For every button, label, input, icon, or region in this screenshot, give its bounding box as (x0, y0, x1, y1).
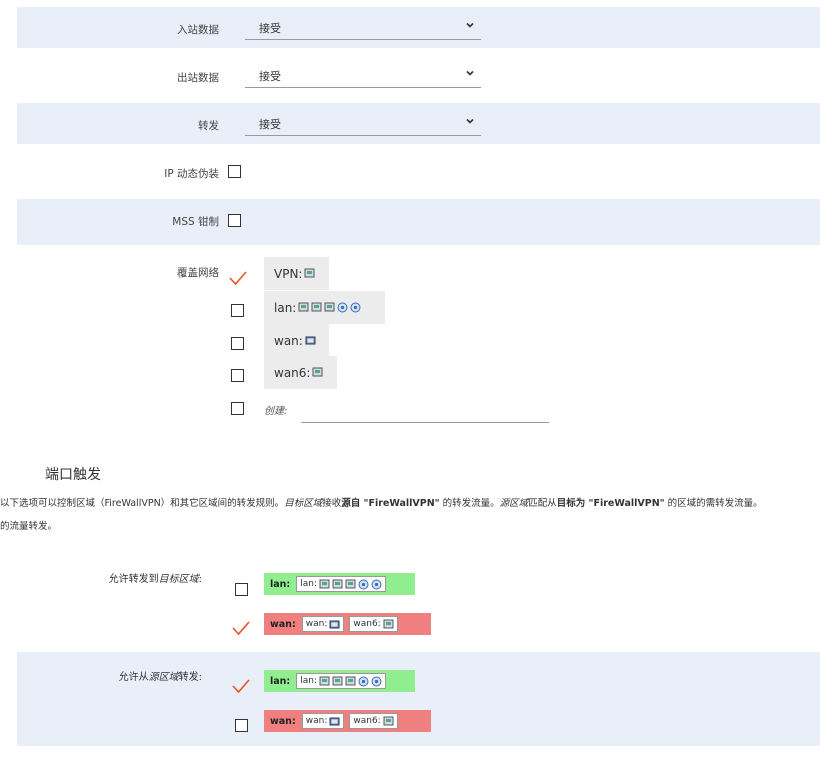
covered-networks-label: 覆盖网络 (177, 267, 219, 279)
section-title: 端口触发 (45, 467, 101, 483)
chevron-down-icon (466, 118, 474, 124)
create-label: 创建: (264, 406, 288, 417)
ethernet-icon (324, 302, 335, 312)
ethernet-icon (319, 579, 330, 588)
ethernet-icon (383, 619, 394, 628)
masq-checkbox[interactable] (228, 165, 241, 178)
allow-to-label: 允许转发到目标区域: (108, 574, 202, 585)
wifi-icon (350, 302, 361, 313)
allow-from-wan-zone: wan: wan: wan6: (264, 710, 431, 732)
allow-from-lan-zone: lan: lan: (264, 670, 415, 692)
chevron-down-icon (466, 22, 474, 28)
ethernet-icon (332, 579, 343, 588)
forward-select-value: 接受 (259, 118, 281, 131)
network-lan: lan: (264, 291, 385, 324)
allow-from-wan-checkbox[interactable] (235, 719, 248, 732)
wifi-icon (371, 676, 382, 686)
allow-from-label: 允许从源区域转发: (118, 672, 202, 683)
create-checkbox[interactable] (231, 402, 244, 415)
wifi-icon (337, 302, 348, 313)
row-outbound: 出站数据 接受 (17, 55, 820, 96)
ethernet-icon (304, 268, 315, 278)
network-wan-name: wan: (274, 334, 303, 348)
lan-checkbox[interactable] (231, 304, 244, 317)
zone-tag: lan: (270, 578, 291, 590)
inbound-label: 入站数据 (177, 24, 219, 36)
zone-forwarding-description: 以下选项可以控制区域（FireWallVPN）和其它区域间的转发规则。目标区域接… (0, 498, 763, 532)
ethernet-icon (312, 367, 323, 377)
allow-to-wan-checkmark-icon[interactable] (232, 620, 250, 636)
ethernet-icon (319, 676, 330, 685)
zone-network-chip: lan: (296, 576, 386, 592)
mss-checkbox[interactable] (228, 214, 241, 227)
zone-network-chip: wan6: (349, 713, 398, 729)
mss-label: MSS 钳制 (172, 216, 219, 228)
wifi-icon (371, 579, 382, 589)
row-masquerading: IP 动态伪装 (17, 151, 820, 192)
zone-network-chip: wan: (301, 616, 345, 632)
allow-to-lan-zone: lan: lan: (264, 573, 415, 595)
network-wan6: wan6: (264, 356, 337, 389)
zone-tag: wan: (270, 618, 296, 630)
zone-network-chip: lan: (296, 673, 386, 689)
wan-checkbox[interactable] (231, 337, 244, 350)
forward-label: 转发 (198, 120, 219, 132)
outbound-select[interactable]: 接受 (245, 63, 481, 88)
row-inbound: 入站数据 接受 (17, 7, 820, 48)
network-lan-name: lan: (274, 301, 297, 315)
masq-label: IP 动态伪装 (164, 168, 219, 180)
inbound-select[interactable]: 接受 (245, 15, 481, 40)
create-network-input[interactable] (301, 421, 549, 423)
outbound-select-value: 接受 (259, 70, 281, 83)
zone-tag: lan: (270, 675, 291, 687)
allow-from-lan-checkmark-icon[interactable] (232, 678, 250, 694)
network-adapter-icon (305, 336, 316, 345)
zone-tag: wan: (270, 715, 296, 727)
network-wan: wan: (264, 324, 329, 357)
network-adapter-icon (329, 620, 340, 628)
network-vpn-name: VPN: (274, 267, 303, 281)
ethernet-icon (298, 302, 309, 312)
allow-to-wan-zone: wan: wan: wan6: (264, 613, 431, 635)
row-forward: 转发 接受 (17, 103, 820, 144)
network-adapter-icon (329, 717, 340, 725)
ethernet-icon (383, 716, 394, 725)
allow-to-lan-checkbox[interactable] (235, 583, 248, 596)
ethernet-icon (332, 676, 343, 685)
network-wan6-name: wan6: (274, 366, 311, 380)
wifi-icon (358, 579, 369, 589)
network-vpn: VPN: (264, 257, 329, 290)
vpn-checkmark-icon[interactable] (229, 270, 247, 286)
wan6-checkbox[interactable] (231, 369, 244, 382)
ethernet-icon (311, 302, 322, 312)
forward-select[interactable]: 接受 (245, 111, 481, 136)
zone-network-chip: wan: (301, 713, 345, 729)
row-mss: MSS 钳制 (17, 199, 820, 245)
chevron-down-icon (466, 70, 474, 76)
inbound-select-value: 接受 (259, 22, 281, 35)
ethernet-icon (345, 676, 356, 685)
ethernet-icon (345, 579, 356, 588)
wifi-icon (358, 676, 369, 686)
outbound-label: 出站数据 (177, 72, 219, 84)
zone-network-chip: wan6: (349, 616, 398, 632)
